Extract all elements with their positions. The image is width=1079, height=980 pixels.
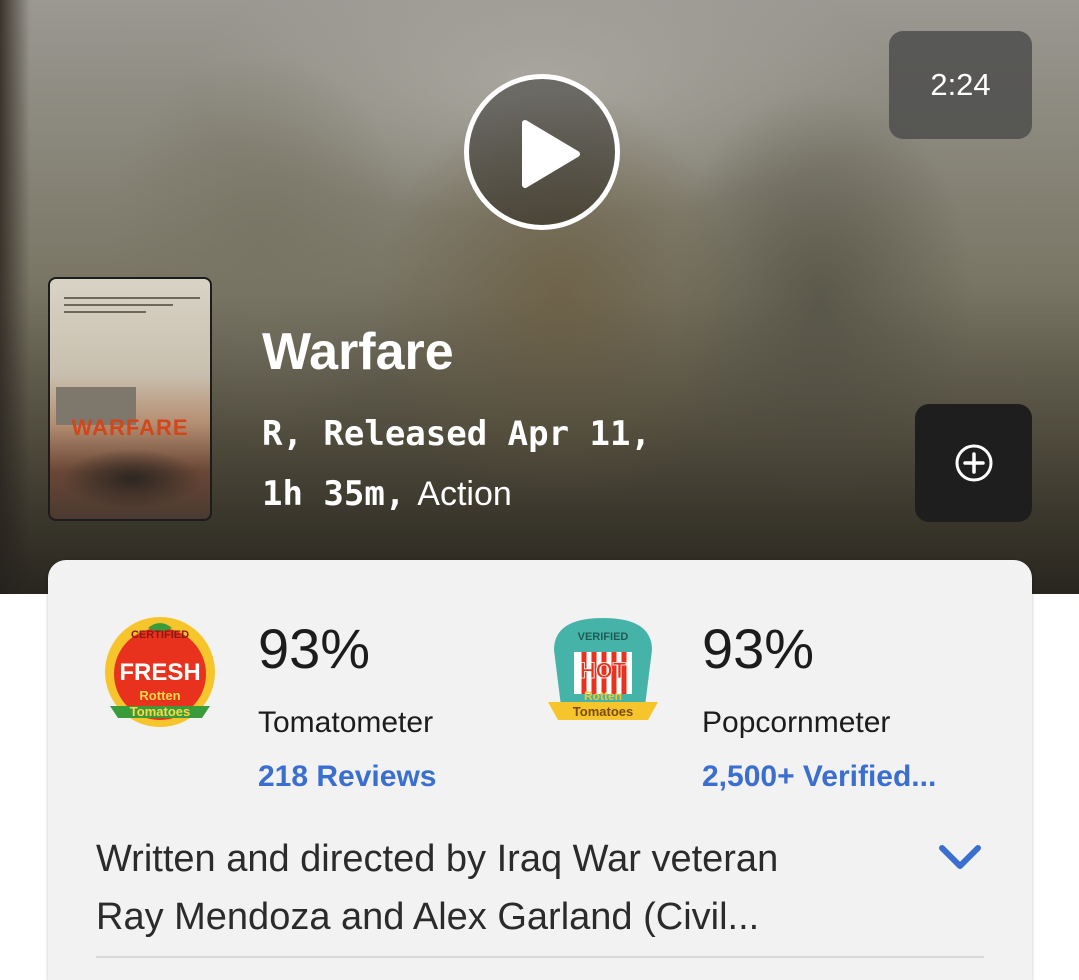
synopsis: Written and directed by Iraq War veteran…: [96, 830, 916, 946]
chevron-down-icon[interactable]: [936, 840, 984, 872]
runtime-genre: 1h 35m, Action: [262, 474, 512, 514]
tomatometer-label: Tomatometer: [258, 706, 434, 739]
popcornmeter-verified-link[interactable]: 2,500+ Verified...: [702, 760, 936, 794]
certified-fresh-icon: CERTIFIED FRESH Rotten Tomatoes: [105, 617, 215, 727]
hot-badge-brand-1: Rotten: [584, 689, 622, 703]
synopsis-line-1: Written and directed by Iraq War veteran: [96, 838, 779, 880]
fresh-badge-brand-1: Rotten: [139, 688, 180, 703]
tomatometer-score: 93%: [258, 617, 371, 680]
fresh-badge-main: FRESH: [119, 659, 200, 686]
play-button[interactable]: [464, 74, 620, 230]
divider: [96, 956, 984, 958]
fresh-badge-top: CERTIFIED: [131, 629, 189, 641]
synopsis-line-2: Ray Mendoza and Alex Garland (Civil...: [96, 896, 760, 938]
score-card: CERTIFIED FRESH Rotten Tomatoes 93% Toma…: [48, 560, 1032, 980]
movie-poster[interactable]: WARFARE: [48, 277, 212, 521]
verified-hot-icon: VERIFIED HOT Rotten Tomatoes: [548, 618, 658, 720]
rating-release: R, Released Apr 11,: [262, 414, 651, 454]
poster-figures: [62, 449, 202, 509]
play-icon: [522, 120, 580, 188]
plus-circle-icon: [955, 444, 993, 482]
popcornmeter-score: 93%: [702, 617, 815, 680]
poster-credits: [64, 297, 200, 318]
movie-title: Warfare: [262, 323, 454, 381]
video-duration-badge: 2:24: [889, 31, 1032, 139]
poster-title: WARFARE: [71, 415, 189, 440]
hot-badge-main: HOT: [580, 658, 627, 683]
fresh-badge-brand-2: Tomatoes: [130, 704, 190, 719]
popcornmeter-label: Popcornmeter: [702, 706, 891, 739]
runtime: 1h 35m,: [262, 474, 406, 514]
genre: Action: [417, 475, 512, 513]
tomatometer-reviews-link[interactable]: 218 Reviews: [258, 760, 436, 794]
add-to-watchlist-button[interactable]: [915, 404, 1032, 522]
hot-badge-top: VERIFIED: [578, 631, 629, 643]
trailer-hero[interactable]: 2:24 WARFARE Warfare R, Released Apr 11,…: [0, 0, 1079, 594]
hot-badge-brand-2: Tomatoes: [573, 704, 633, 719]
